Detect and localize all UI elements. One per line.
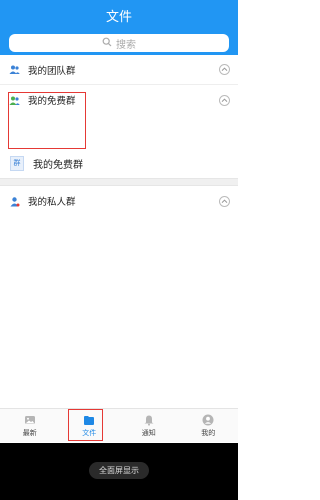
tab-label: 我的 <box>201 428 216 437</box>
tab-latest[interactable]: 最新 <box>0 409 60 442</box>
collapse-icon[interactable] <box>219 94 230 106</box>
system-navigation-bar: 全面屏显示 <box>0 443 238 500</box>
group-header-team[interactable]: 我的团队群 <box>0 55 238 85</box>
annotation-highlight-box <box>8 92 86 149</box>
collapse-icon[interactable] <box>219 64 230 75</box>
annotation-tab-highlight-box <box>68 409 103 441</box>
page-title: 文件 <box>105 9 132 25</box>
image-icon <box>24 414 36 426</box>
search-placeholder: 搜索 <box>116 39 136 51</box>
private-group-icon <box>9 196 20 207</box>
tab-me[interactable]: 我的 <box>179 409 239 442</box>
team-group-icon <box>9 64 20 75</box>
section-divider <box>0 178 238 186</box>
fullscreen-button[interactable]: 全面屏显示 <box>89 462 149 479</box>
tab-label: 最新 <box>22 428 37 437</box>
person-icon <box>202 414 214 426</box>
search-bar-container: 搜索 <box>0 30 238 55</box>
list-item-label: 我的免费群 <box>33 159 83 171</box>
list-item-free-group[interactable]: 群 我的免费群 <box>10 152 83 174</box>
search-input[interactable]: 搜索 <box>9 34 229 52</box>
group-label-private: 我的私人群 <box>28 197 76 208</box>
group-avatar-icon: 群 <box>10 155 24 171</box>
bell-icon <box>143 414 155 426</box>
tab-label: 通知 <box>141 428 156 437</box>
bottom-tab-bar: 最新 文件 通知 我的 <box>0 408 238 442</box>
group-header-private[interactable]: 我的私人群 <box>0 186 238 216</box>
page-header: 文件 <box>0 0 238 30</box>
fullscreen-label: 全面屏显示 <box>99 466 139 475</box>
search-icon <box>102 37 112 50</box>
tab-notifications[interactable]: 通知 <box>119 409 179 442</box>
group-label-team: 我的团队群 <box>28 65 76 77</box>
collapse-icon[interactable] <box>219 195 230 207</box>
